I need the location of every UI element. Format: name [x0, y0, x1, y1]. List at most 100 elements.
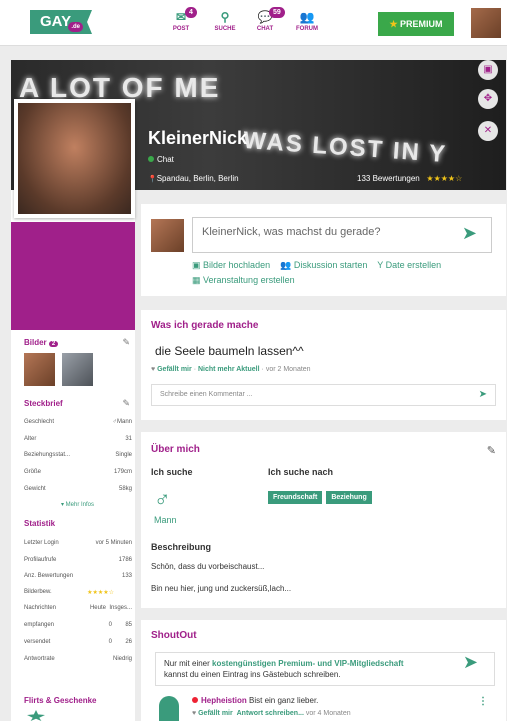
messages-header-row: Nachrichten Heute Insges... [24, 605, 132, 611]
user-avatar[interactable] [471, 8, 501, 38]
send-icon[interactable]: ➤ [462, 223, 477, 244]
image-icon[interactable]: ▣ [478, 60, 498, 80]
composer-avatar [151, 219, 184, 252]
shoutout-card: ShoutOut Nur mit einer kostengünstigen P… [141, 620, 506, 721]
calendar-icon: ▦ [192, 275, 201, 285]
star-icon: ★ [389, 19, 398, 29]
location-icon: 📍 [148, 176, 157, 183]
sidebar-banner [11, 222, 135, 330]
online-dot-icon [148, 156, 154, 162]
shoutout-heading: ShoutOut [151, 630, 197, 641]
reply-link[interactable]: Antwort schreiben... [237, 710, 304, 717]
edit-icon[interactable]: ✎ [122, 398, 130, 409]
premium-button[interactable]: ★ PREMIUM [378, 12, 454, 36]
user-silhouette-icon[interactable] [159, 696, 179, 721]
seeking-label: Ich suche [151, 467, 193, 477]
description-heading: Beschreibung [151, 542, 212, 552]
heart-icon: ♥ [192, 710, 197, 717]
top-navigation-bar: GAY .de ✉ 4 POST ⚲ SUCHE 💬 59 CHAT 👥 FORUM ★ PR… [0, 0, 507, 46]
nav-post[interactable]: ✉ 4 POST [160, 7, 202, 32]
nav-search[interactable]: ⚲ SUCHE [204, 10, 246, 32]
nav-chat[interactable]: 💬 59 CHAT [244, 7, 286, 32]
stat-row: Letzter Login vor 5 Minuten [24, 540, 132, 546]
seeking-for-label: Ich suche nach [268, 467, 334, 477]
activity-text: die Seele baumeln lassen^^ [155, 344, 304, 358]
people-icon: 👥 [280, 260, 292, 270]
like-link[interactable]: Gefällt mir [198, 710, 233, 717]
post-badge: 4 [185, 7, 197, 18]
premium-notice: Nur mit einer kostengünstigen Premium- u… [155, 652, 495, 686]
activity-heading: Was ich gerade mache [151, 320, 259, 331]
gender-value: Mann [154, 515, 177, 525]
status-dot-icon [192, 697, 198, 703]
chat-badge: 59 [269, 7, 285, 18]
post-icon: ✉ 4 [160, 7, 202, 26]
create-date-link[interactable]: Y Date erstellen [377, 260, 441, 270]
rating-stars: ★★★★☆ [87, 590, 114, 596]
current-activity-card: Was ich gerade mache die Seele baumeln l… [141, 310, 506, 420]
image-icon: ▣ [192, 260, 201, 270]
edit-icon[interactable]: ✎ [122, 337, 130, 348]
close-icon[interactable]: ✕ [478, 121, 498, 141]
flirts-heading: Flirts & Geschenke [24, 696, 97, 705]
cocktail-icon: Y [377, 260, 384, 270]
like-link[interactable]: Gefällt mir [157, 366, 192, 373]
shoutout-meta: ♥ Gefällt mir Antwort schreiben... vor 4… [192, 710, 351, 717]
pictures-heading[interactable]: Bilder 2 [24, 338, 59, 347]
move-icon[interactable]: ✥ [478, 89, 498, 109]
activity-meta: ♥ Gefällt mir · Nicht mehr Aktuell · vor… [151, 366, 311, 373]
profile-name: KleinerNick [148, 128, 248, 148]
description-line: Schön, dass du vorbeischaust... [151, 562, 265, 571]
status-input[interactable]: KleinerNick, was machst du gerade? ➤ [192, 217, 492, 253]
fact-row: Gewicht 58kg [24, 486, 132, 492]
cover-text-2: WAS LOST IN Y [242, 126, 448, 169]
fact-row: Größe 179cm [24, 469, 132, 475]
about-me-card: Über mich ✎ Ich suche Ich suche nach ♂ M… [141, 432, 506, 608]
stat-row: Anz. Bewertungen 133 [24, 573, 132, 579]
statistics-heading: Statistik [24, 519, 56, 528]
send-icon[interactable]: ➤ [479, 389, 487, 400]
online-status[interactable]: Chat [148, 155, 174, 164]
rating-stars: ★★★★☆ [426, 174, 463, 183]
nav-forum[interactable]: 👥 FORUM [286, 10, 328, 32]
picture-thumbnail[interactable] [24, 353, 55, 386]
picture-thumbnail[interactable] [62, 353, 93, 386]
edit-icon[interactable]: ✎ [487, 444, 496, 457]
tag-friendship[interactable]: Freundschaft [268, 491, 323, 504]
create-event-link[interactable]: ▦ Veranstaltung erstellen [192, 275, 295, 286]
fact-row: Alter 31 [24, 436, 132, 442]
more-info-link[interactable]: ▾ Mehr Infos [61, 501, 94, 508]
shoutout-entry: Hepheistion Bist ein ganz lieber. [192, 696, 318, 705]
shoutout-user[interactable]: Hepheistion [201, 696, 247, 705]
description-line: Bin neu hier, jung und zuckersüß,lach... [151, 584, 292, 593]
status-composer: KleinerNick, was machst du gerade? ➤ ▣ Bi… [141, 204, 506, 296]
messages-row: versendet 0 26 [24, 639, 132, 645]
fact-row: Geschlecht ♂Mann [24, 419, 132, 425]
profile-picture[interactable] [14, 99, 135, 218]
stat-row: Bilderbew. ★★★★☆ [24, 589, 114, 596]
fact-row: Beziehungsstat... Single [24, 452, 132, 458]
premium-link[interactable]: kostengünstigen Premium- und VIP-Mitglie… [212, 659, 404, 668]
about-heading: Über mich [151, 444, 200, 455]
male-icon: ♂ [154, 486, 171, 511]
left-sidebar: Bilder 2 ✎ Steckbrief ✎ Geschlecht ♂Mann … [11, 190, 135, 721]
start-discussion-link[interactable]: 👥 Diskussion starten [280, 260, 367, 270]
comment-input[interactable]: Schreibe einen Kommentar ... ➤ [151, 384, 496, 406]
tag-relationship[interactable]: Beziehung [326, 491, 372, 504]
chat-icon: 💬 59 [244, 7, 286, 26]
messages-row: empfangen 0 85 [24, 622, 132, 628]
forum-icon: 👥 [299, 10, 315, 24]
answer-rate-row: Antwortrate Niedrig [24, 656, 132, 662]
location: 📍Spandau, Berlin, Berlin [148, 174, 239, 183]
more-menu-icon[interactable]: ⋮ [478, 696, 488, 707]
stat-row: Profilaufrufe 1786 [24, 557, 132, 563]
gift-icon [27, 710, 45, 721]
heart-icon: ♥ [151, 366, 156, 373]
steckbrief-heading: Steckbrief [24, 399, 63, 408]
site-logo[interactable]: GAY .de [30, 10, 92, 34]
send-icon[interactable]: ➤ [463, 653, 478, 671]
upload-images-link[interactable]: ▣ Bilder hochladen [192, 260, 270, 270]
profile-rating[interactable]: 133 Bewertungen ★★★★☆ [357, 174, 462, 183]
not-current-link[interactable]: Nicht mehr Aktuell [198, 366, 260, 373]
search-icon: ⚲ [220, 10, 230, 24]
